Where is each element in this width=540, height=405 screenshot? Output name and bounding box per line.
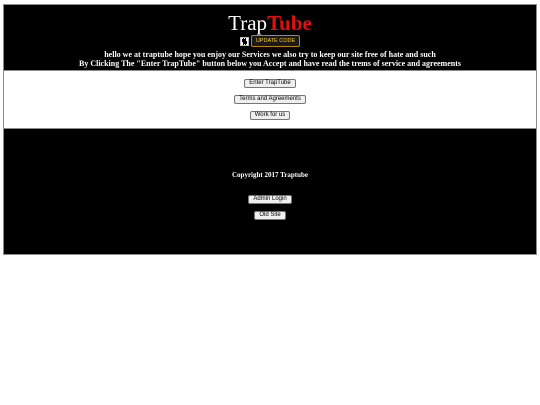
work-for-us-button[interactable]: Work for us [249, 110, 291, 120]
update-code-area: UPDATE CODE [4, 35, 536, 47]
welcome-line-1: hello we at traptube hope you enjoy our … [104, 50, 436, 59]
admin-login-button[interactable]: Admin Login [248, 194, 292, 204]
enter-traptube-button[interactable]: Enter TrapTube [244, 78, 296, 88]
site-logo: TrapTube [4, 5, 536, 34]
update-code-button[interactable]: UPDATE CODE [250, 35, 301, 47]
footer: Copyright 2017 Traptube Admin Login Old … [4, 129, 536, 254]
header: TrapTube UPDATE CODE hello we at traptub… [4, 5, 536, 70]
old-site-button[interactable]: Old Site [254, 210, 286, 220]
copyright-text: Copyright 2017 Traptube [232, 171, 308, 179]
qr-code-icon [239, 36, 249, 46]
welcome-line-2: By Clicking The "Enter TrapTube" button … [78, 59, 461, 68]
page-frame: TrapTube UPDATE CODE hello we at traptub… [3, 4, 537, 255]
logo-trap: Trap [228, 11, 268, 35]
welcome-message: hello we at traptube hope you enjoy our … [4, 50, 536, 68]
logo-tube: Tube [267, 11, 312, 35]
terms-button[interactable]: Terms and Agreements [234, 94, 306, 104]
main-buttons: Enter TrapTube Terms and Agreements Work… [4, 70, 536, 129]
